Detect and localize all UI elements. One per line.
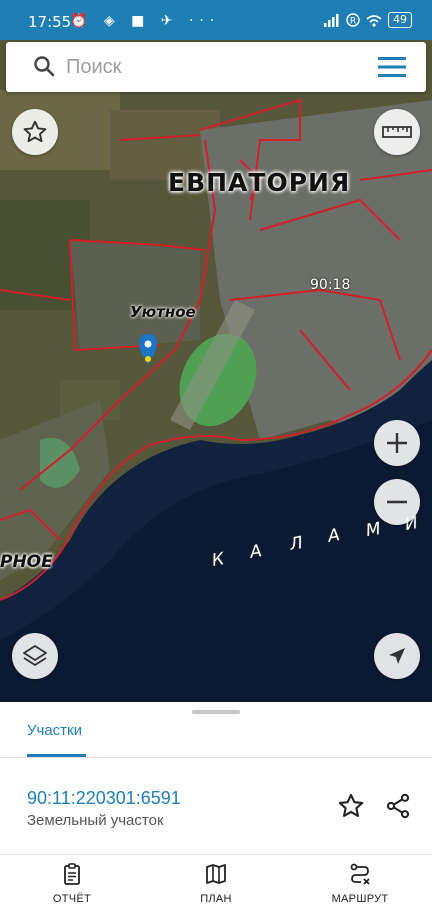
search-icon — [34, 56, 55, 77]
status-right: R 49 — [324, 12, 412, 28]
star-outline-icon — [338, 793, 364, 817]
route-icon — [350, 863, 370, 885]
zoom-in-button[interactable] — [374, 420, 420, 466]
layers-icon — [23, 645, 47, 666]
bottom-sheet: Участки 90:11:220301:6591 Земельный учас… — [0, 702, 432, 910]
battery-indicator: 49 — [388, 12, 412, 28]
nav-plan-label: ПЛАН — [200, 893, 232, 905]
nav-route-button[interactable]: МАРШРУТ — [310, 860, 410, 908]
parcel-code-label: 90:18 — [310, 277, 351, 293]
parcel-type: Земельный участок — [27, 812, 164, 829]
share-icon — [386, 793, 410, 819]
map-icon — [206, 864, 226, 884]
sheet-drag-handle[interactable] — [192, 710, 240, 714]
nav-report-label: ОТЧЁТ — [52, 893, 92, 905]
village-label: Уютное — [130, 303, 196, 321]
measure-button[interactable] — [374, 109, 420, 155]
bottom-nav-divider — [0, 854, 432, 855]
map-imagery — [0, 40, 432, 702]
city-label: ЕВПАТОРИЯ — [168, 168, 351, 197]
satellite-map[interactable]: ЕВПАТОРИЯ Уютное РНОЕ 90:18 К А Л А М И — [0, 40, 432, 702]
signal-icon — [324, 13, 339, 27]
my-location-button[interactable] — [374, 633, 420, 679]
status-time: 17:55 — [28, 13, 72, 31]
notification-icons: ⏰ ◈ ■ ✈ ··· — [70, 13, 221, 29]
minus-icon — [387, 500, 407, 504]
tab-divider — [0, 757, 432, 758]
parcel-id-link[interactable]: 90:11:220301:6591 — [27, 788, 181, 809]
share-button[interactable] — [384, 792, 412, 825]
settlement-label: РНОЕ — [0, 552, 53, 572]
zoom-out-button[interactable] — [374, 479, 420, 525]
clipboard-report-icon — [64, 863, 80, 885]
favorites-button[interactable] — [12, 109, 58, 155]
nav-route-label: МАРШРУТ — [331, 893, 389, 905]
hamburger-menu-icon[interactable] — [378, 56, 406, 78]
tab-parcels[interactable]: Участки — [27, 722, 82, 739]
search-input[interactable] — [66, 42, 356, 92]
nav-report-button[interactable]: ОТЧЁТ — [22, 860, 122, 908]
registered-icon: R — [346, 13, 360, 27]
nav-plan-button[interactable]: ПЛАН — [166, 860, 266, 908]
plus-icon — [387, 433, 407, 453]
app-root: 17:55 ⏰ ◈ ■ ✈ ··· R 49 ЕВПАТОРИЯ Уютное … — [0, 0, 432, 910]
wifi-icon — [366, 14, 382, 27]
navigation-arrow-icon — [389, 648, 405, 664]
status-bar: 17:55 ⏰ ◈ ■ ✈ ··· R 49 — [0, 0, 432, 40]
layers-button[interactable] — [12, 633, 58, 679]
bay-label-letter: М — [364, 518, 383, 542]
search-bar — [6, 42, 426, 92]
star-outline-icon — [23, 120, 47, 143]
svg-text:R: R — [350, 17, 356, 27]
favorite-parcel-button[interactable] — [337, 792, 365, 825]
ruler-icon — [382, 126, 412, 138]
